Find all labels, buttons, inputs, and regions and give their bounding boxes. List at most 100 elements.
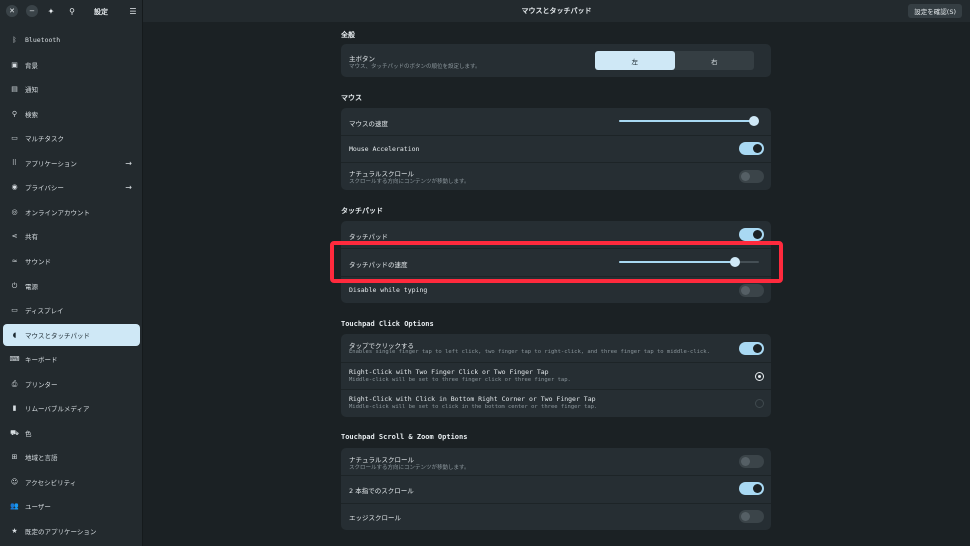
touchpad-natural-scroll-subtitle: スクロールする方向にコンテンツが移動します。 (349, 465, 470, 471)
edge-scroll-toggle[interactable] (739, 510, 764, 523)
disable-typing-label: Disable while typing (349, 286, 428, 294)
sidebar-item-label: オンラインアカウント (25, 209, 90, 217)
printer-icon: ⎙ (11, 379, 18, 388)
sidebar-item-online-accounts[interactable]: ◎ オンラインアカウント (3, 201, 140, 223)
section-title-scroll-options: Touchpad Scroll & Zoom Options (341, 433, 468, 441)
sidebar-item-color[interactable]: ⛟ 色 (3, 422, 140, 444)
mouse-icon: ◖ (12, 331, 17, 339)
color-icon: ⛟ (10, 428, 19, 437)
sidebar-item-label: Bluetooth (25, 36, 61, 44)
section-title-general: 全般 (341, 31, 355, 39)
sidebar-item-label: ユーザー (25, 503, 51, 511)
confirm-settings-button[interactable]: 設定を確認(S) (908, 4, 962, 18)
primary-button-selector: 左 右 (595, 51, 754, 70)
sidebar-item-default-apps[interactable]: ★ 既定のアプリケーション (3, 520, 140, 542)
edge-scroll-label: エッジスクロール (349, 514, 401, 522)
mouse-natural-scroll-subtitle: スクロールする方向にコンテンツが移動します。 (349, 179, 470, 185)
sidebar-item-sound[interactable]: ≈ サウンド (3, 250, 140, 272)
slider-thumb[interactable] (749, 116, 759, 126)
mouse-speed-label: マウスの速度 (349, 120, 388, 128)
slider-fill (619, 120, 754, 122)
sparkle-icon[interactable]: ✦ (45, 5, 57, 17)
two-finger-scroll-toggle[interactable] (739, 482, 764, 495)
sidebar-item-users[interactable]: 👥 ユーザー (3, 495, 140, 517)
close-icon: ✕ (9, 7, 15, 15)
sound-icon: ≈ (11, 257, 18, 265)
sidebar-item-privacy[interactable]: ◉ プライバシー → (3, 176, 140, 198)
corner-click-subtitle: Middle-click will be set to click in the… (349, 404, 598, 410)
sidebar-item-label: サウンド (25, 258, 51, 266)
two-finger-click-radio[interactable] (755, 372, 764, 381)
corner-click-radio[interactable] (755, 399, 764, 408)
primary-left-button[interactable]: 左 (595, 51, 675, 70)
privacy-icon: ◉ (11, 183, 18, 191)
mouse-acceleration-toggle[interactable] (739, 142, 764, 155)
two-finger-scroll-label: 2 本指でのスクロール (349, 487, 414, 495)
sidebar-item-label: 通知 (25, 86, 38, 94)
toggle-knob (753, 230, 762, 239)
tap-to-click-subtitle: Enables single finger tap to left click,… (349, 349, 710, 355)
sidebar-item-label: リムーバブルメディア (25, 405, 90, 413)
users-icon: 👥 (10, 502, 19, 510)
keyboard-icon: ⌨ (9, 355, 20, 363)
section-title-touchpad: タッチパッド (341, 207, 383, 215)
sidebar-item-label: アプリケーション (25, 160, 77, 168)
menu-icon[interactable]: ☰ (127, 5, 139, 17)
removable-media-icon: ▮ (12, 404, 17, 412)
corner-click-label: Right-Click with Click in Bottom Right C… (349, 395, 596, 403)
minimize-icon: − (29, 7, 35, 15)
touchpad-natural-scroll-toggle[interactable] (739, 455, 764, 468)
default-apps-icon: ★ (11, 527, 18, 535)
sidebar: ᛒ Bluetooth ▣ 背景 ▤ 通知 ⚲ 検索 ▭ マルチタスク ⠿ アプ… (0, 22, 143, 546)
region-icon: ⊞ (11, 453, 18, 461)
search-icon[interactable]: ⚲ (66, 5, 78, 17)
arrow-right-icon: → (125, 182, 132, 192)
sidebar-item-display[interactable]: ▭ ディスプレイ (3, 299, 140, 321)
sidebar-item-removable-media[interactable]: ▮ リムーバブルメディア (3, 397, 140, 419)
sidebar-item-accessibility[interactable]: ☺ アクセシビリティ (3, 471, 140, 493)
close-window-button[interactable]: ✕ (6, 5, 18, 17)
toggle-knob (741, 512, 750, 521)
sidebar-item-label: マウスとタッチパッド (25, 332, 90, 340)
touchpad-enabled-toggle[interactable] (739, 228, 764, 241)
disable-typing-toggle[interactable] (739, 284, 764, 297)
sidebar-item-search[interactable]: ⚲ 検索 (3, 103, 140, 125)
sidebar-item-sharing[interactable]: ⋖ 共有 (3, 225, 140, 247)
touchpad-enabled-label: タッチパッド (349, 233, 388, 241)
sidebar-item-label: 電源 (25, 283, 38, 291)
sidebar-item-power[interactable]: ⏻ 電源 (3, 275, 140, 297)
notification-icon: ▤ (11, 85, 18, 93)
toggle-knob (753, 344, 762, 353)
page-title: マウスとタッチパッド (521, 7, 592, 15)
sidebar-item-label: プリンター (25, 381, 58, 389)
section-title-mouse: マウス (341, 94, 362, 102)
sidebar-item-label: マルチタスク (25, 135, 64, 143)
sidebar-item-label: 地域と言語 (25, 454, 58, 462)
primary-right-button[interactable]: 右 (675, 51, 755, 70)
display-icon: ▭ (11, 306, 18, 314)
card-mouse: マウスの速度 Mouse Acceleration ナチュラルスクロール スクロ… (341, 108, 771, 190)
sidebar-item-keyboard[interactable]: ⌨ キーボード (3, 348, 140, 370)
two-finger-click-subtitle: Middle-click will be set to three finger… (349, 377, 571, 383)
sidebar-item-mouse-touchpad[interactable]: ◖ マウスとタッチパッド (3, 324, 140, 346)
mouse-natural-scroll-toggle[interactable] (739, 170, 764, 183)
sidebar-item-multitasking[interactable]: ▭ マルチタスク (3, 127, 140, 149)
divider (341, 503, 771, 504)
sidebar-item-region[interactable]: ⊞ 地域と言語 (3, 446, 140, 468)
card-scroll-options: ナチュラルスクロール スクロールする方向にコンテンツが移動します。 2 本指での… (341, 448, 771, 530)
divider (341, 362, 771, 363)
mouse-speed-slider[interactable] (619, 115, 759, 127)
sidebar-item-background[interactable]: ▣ 背景 (3, 54, 140, 76)
toggle-knob (741, 457, 750, 466)
divider (341, 162, 771, 163)
apps-icon: ⠿ (11, 159, 18, 167)
tap-to-click-toggle[interactable] (739, 342, 764, 355)
sidebar-item-printers[interactable]: ⎙ プリンター (3, 373, 140, 395)
sidebar-item-notifications[interactable]: ▤ 通知 (3, 78, 140, 100)
minimize-window-button[interactable]: − (26, 5, 38, 17)
card-click-options: タップでクリックする Enables single finger tap to … (341, 334, 771, 417)
power-icon: ⏻ (11, 281, 18, 290)
mouse-acceleration-label: Mouse Acceleration (349, 145, 420, 153)
sidebar-item-applications[interactable]: ⠿ アプリケーション → (3, 152, 140, 174)
sidebar-item-bluetooth[interactable]: ᛒ Bluetooth (3, 29, 140, 51)
